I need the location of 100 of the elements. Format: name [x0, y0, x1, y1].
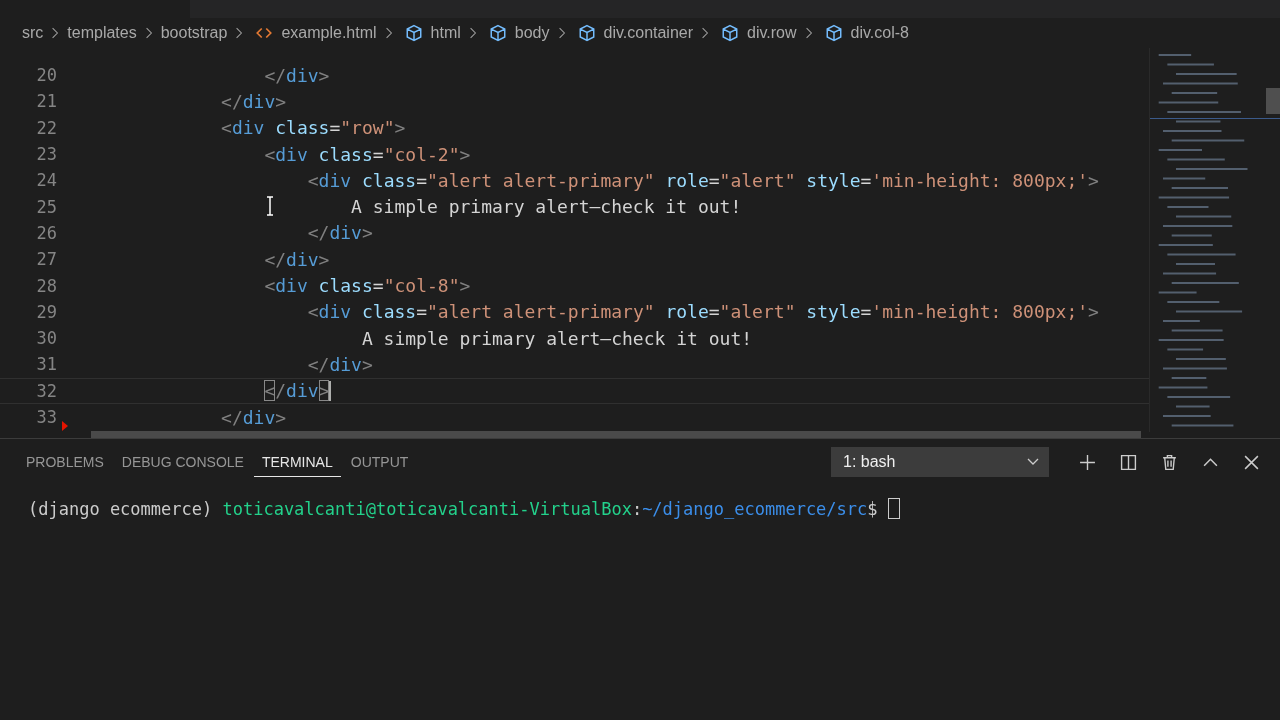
- terminal-text: $: [867, 498, 878, 519]
- vertical-scrollbar[interactable]: [1266, 88, 1280, 114]
- breadcrumb-item[interactable]: src: [22, 24, 44, 42]
- string-literal: "col-8": [383, 275, 460, 296]
- code-text: =: [416, 169, 427, 191]
- code-punctuation: </: [307, 353, 330, 375]
- chevron-right-icon: [235, 26, 244, 40]
- cube-icon: [488, 24, 507, 42]
- code-punctuation: >: [275, 406, 287, 428]
- line-number: 28: [36, 275, 57, 296]
- cube-icon: [721, 24, 740, 42]
- tag-name: div: [231, 117, 265, 139]
- terminal-cursor: [887, 498, 900, 519]
- attribute-name: role: [665, 169, 709, 191]
- line-number: 21: [36, 91, 57, 112]
- breadcrumb-item[interactable]: templates: [67, 24, 137, 42]
- tag-name: div: [275, 143, 308, 165]
- code-punctuation: </: [264, 248, 287, 270]
- code-text: =: [708, 301, 720, 323]
- line-number: 32: [36, 380, 57, 401]
- code-punctuation: </: [264, 64, 287, 86]
- terminal-path: ~/django_ecommerce/src: [642, 498, 868, 519]
- code-punctuation: >: [318, 248, 330, 270]
- breadcrumb-item[interactable]: bootstrap: [160, 24, 228, 42]
- cube-icon: [404, 24, 423, 42]
- string-literal: "alert": [719, 301, 796, 323]
- code-text: A simple primary alert—check it out!: [361, 327, 753, 349]
- horizontal-scrollbar[interactable]: [91, 431, 1141, 438]
- tag-name: div: [329, 222, 362, 244]
- string-literal: 'min-height: 800px;': [871, 301, 1089, 323]
- tag-name: div: [286, 64, 319, 86]
- tag-name: div: [242, 90, 276, 112]
- code-punctuation: </: [307, 222, 330, 244]
- matched-bracket: <: [264, 380, 276, 402]
- terminal-dropdown[interactable]: 1: bash: [831, 447, 1049, 477]
- line-number: 30: [36, 328, 57, 349]
- text-cursor: [329, 380, 332, 401]
- tag-name: div: [329, 353, 362, 375]
- trash-icon[interactable]: [1161, 453, 1178, 471]
- code-text: A simple primary alert—check it out!: [351, 196, 742, 218]
- close-icon[interactable]: [1243, 453, 1260, 471]
- breadcrumb-item[interactable]: html: [430, 24, 461, 42]
- attribute-name: style: [806, 169, 861, 191]
- code-punctuation: <: [221, 117, 232, 139]
- string-literal: "alert alert-primary": [427, 301, 655, 323]
- line-number: 27: [36, 249, 57, 270]
- code-punctuation: </: [221, 90, 243, 112]
- attribute-name: role: [665, 301, 709, 323]
- chevron-right-icon: [557, 26, 566, 40]
- code-punctuation: >: [275, 90, 287, 112]
- chevron-right-icon: [144, 26, 153, 40]
- string-literal: "alert alert-primary": [427, 169, 655, 191]
- code-punctuation: <: [307, 301, 319, 323]
- attribute-name: class: [361, 169, 417, 191]
- terminal-text: (django ecommerce): [28, 498, 214, 519]
- breadcrumb-item[interactable]: div.row: [747, 24, 797, 42]
- terminal-user-host: toticavalcanti@toticavalcanti-VirtualBox: [222, 498, 632, 519]
- panel-tab[interactable]: TERMINAL: [253, 447, 341, 477]
- cube-icon: [824, 24, 843, 42]
- line-number: 20: [36, 65, 57, 86]
- line-number: 26: [36, 222, 57, 243]
- breadcrumb-item[interactable]: body: [514, 24, 550, 42]
- panel-tab[interactable]: PROBLEMS: [18, 447, 112, 477]
- breadcrumb-item[interactable]: div.col-8: [850, 24, 909, 42]
- tag-name: div: [286, 380, 319, 402]
- breadcrumb-item[interactable]: example.html: [281, 24, 377, 42]
- split-icon[interactable]: [1120, 453, 1137, 471]
- code-punctuation: /: [275, 380, 287, 402]
- line-number: 25: [36, 196, 57, 217]
- chevron-right-icon: [701, 26, 710, 40]
- string-literal: "alert": [719, 169, 796, 191]
- code-text: =: [860, 301, 872, 323]
- chevron-right-icon: [384, 26, 393, 40]
- code-punctuation: >: [1088, 301, 1099, 323]
- code-punctuation: >: [361, 222, 373, 244]
- code-punctuation: </: [221, 406, 243, 428]
- code-punctuation: >: [459, 143, 471, 165]
- line-number: 29: [36, 301, 57, 322]
- panel-tab[interactable]: DEBUG CONSOLE: [113, 447, 252, 477]
- ibeam-cursor-icon: [266, 196, 274, 216]
- line-number: 33: [36, 407, 57, 427]
- code-punctuation: >: [459, 275, 471, 296]
- code-punctuation: >: [1088, 169, 1099, 191]
- breadcrumb-item[interactable]: div.container: [603, 24, 694, 42]
- terminal-text: :: [631, 498, 643, 519]
- code-punctuation: <: [264, 275, 276, 296]
- tag-name: div: [318, 169, 352, 191]
- chevron-right-icon: [804, 26, 813, 40]
- code-punctuation: <: [307, 169, 319, 191]
- line-number: 24: [36, 170, 57, 191]
- string-literal: 'min-height: 800px;': [871, 169, 1089, 191]
- cube-icon: [577, 24, 596, 42]
- plus-icon[interactable]: [1079, 453, 1096, 471]
- panel-tab[interactable]: OUTPUT: [342, 447, 417, 477]
- tag-name: div: [318, 301, 352, 323]
- line-number: 31: [36, 354, 57, 375]
- code-text: =: [372, 275, 384, 296]
- code-text: =: [708, 169, 720, 191]
- line-number: 23: [36, 144, 57, 165]
- tag-name: div: [286, 248, 319, 270]
